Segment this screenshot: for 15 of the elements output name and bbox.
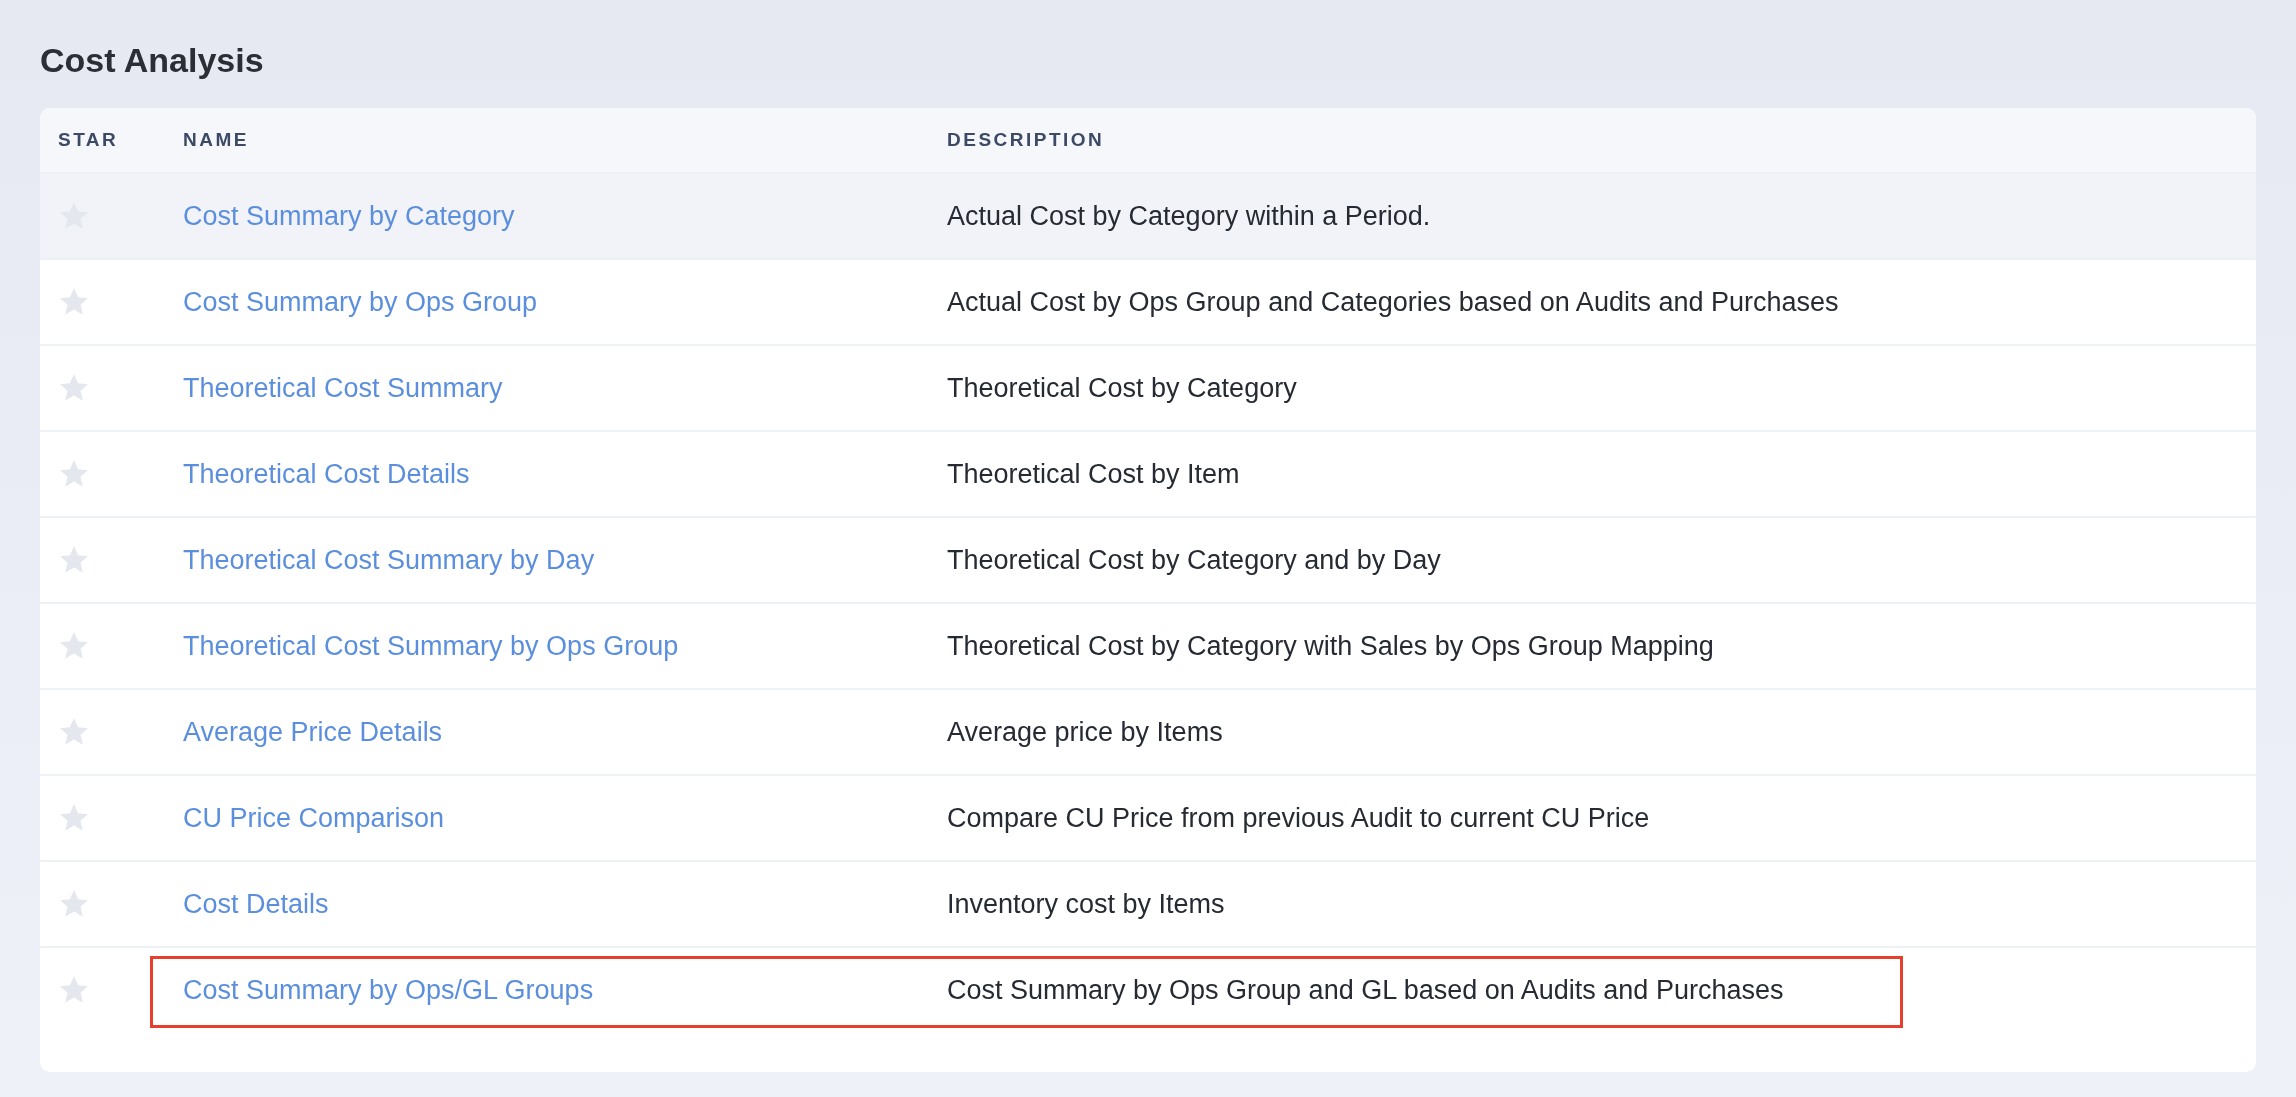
table-row[interactable]: Cost Summary by Category Actual Cost by Category within a Period. <box>40 172 2256 258</box>
report-description: Theoretical Cost by Item <box>947 458 1240 490</box>
report-description: Average price by Items <box>947 716 1223 748</box>
column-header: DESCRIPTION <box>947 129 1105 151</box>
report-description: Theoretical Cost by Category and by Day <box>947 544 1441 576</box>
report-description: Compare CU Price from previous Audit to current CU Price <box>947 802 1650 834</box>
report-description: Inventory cost by Items <box>947 888 1225 920</box>
report-description: Actual Cost by Category within a Period. <box>947 200 1431 232</box>
report-description: Theoretical Cost by Category <box>947 372 1297 404</box>
report-description: Cost Summary by Ops Group and GL based on Audits and Purchases <box>947 974 1784 1006</box>
column-header: STAR <box>58 129 119 151</box>
report-description: Theoretical Cost by Category with Sales by Ops Group Mapping <box>947 630 1714 662</box>
column-header: NAME <box>183 129 249 151</box>
report-description: Actual Cost by Ops Group and Categories based on Audits and Purchases <box>947 286 1839 318</box>
page-title: Cost Analysis <box>40 40 265 81</box>
